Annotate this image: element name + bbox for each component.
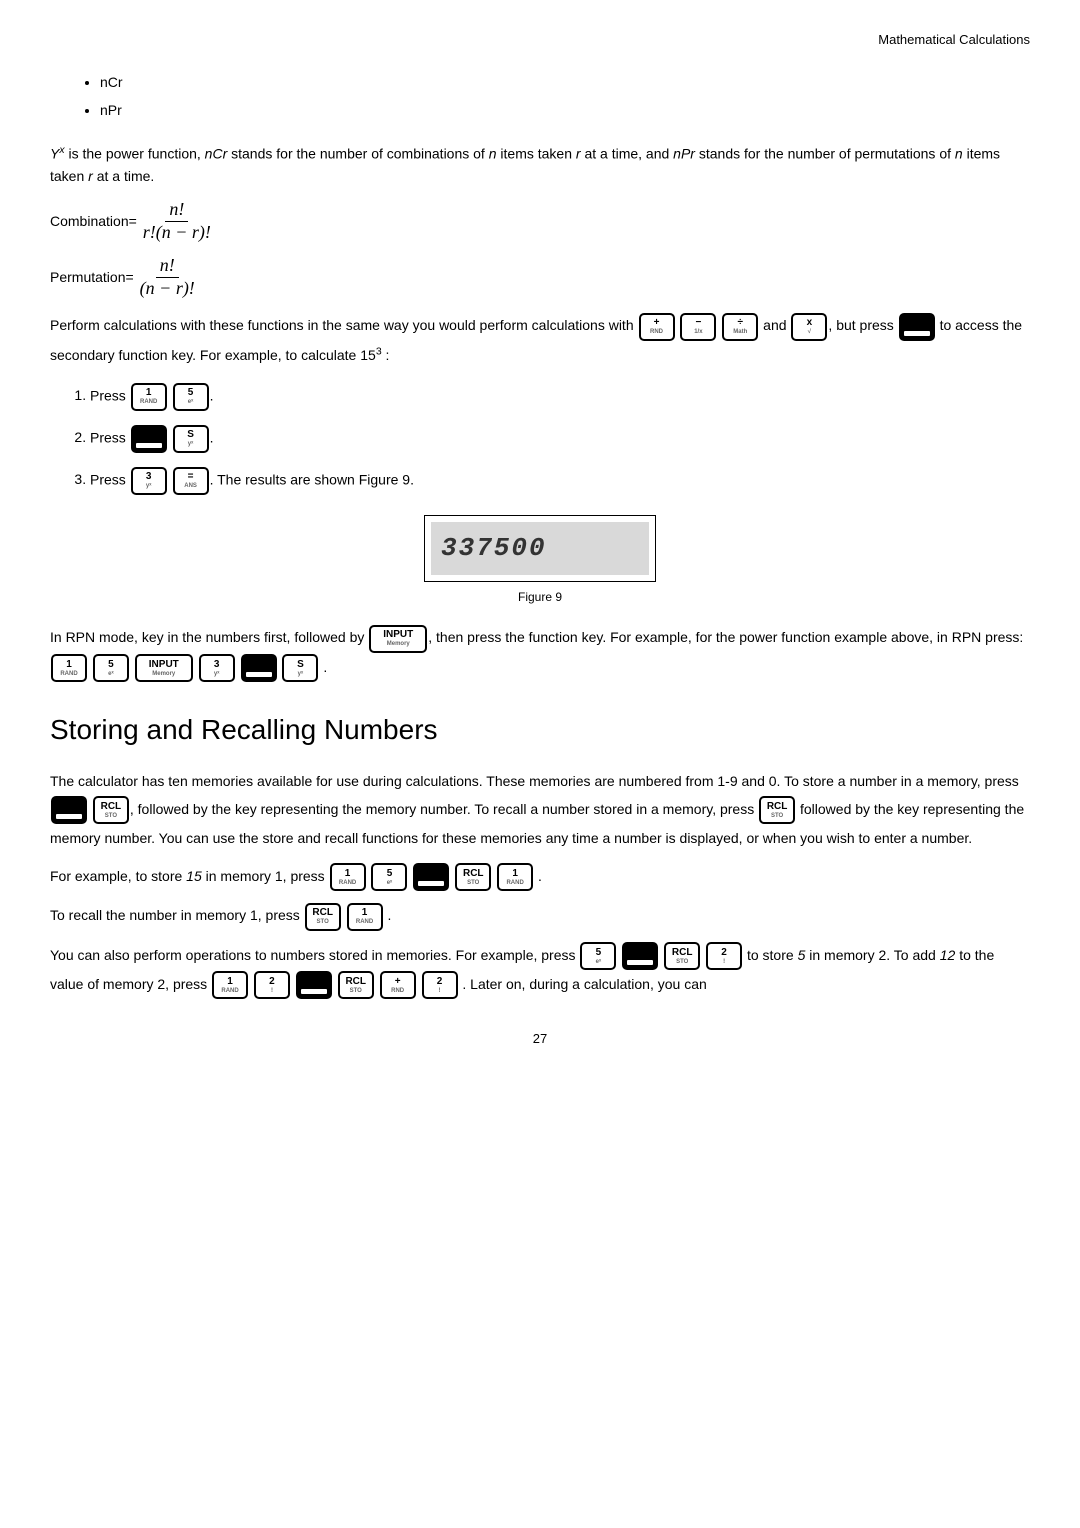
var-y: Y [50, 145, 59, 161]
shift-key [131, 425, 167, 453]
five-key: 5eˣ [173, 383, 209, 411]
shift-key [413, 863, 449, 891]
three-key: 3yˣ [131, 467, 167, 495]
memory-paragraph-4: You can also perform operations to numbe… [50, 941, 1030, 1000]
two-key: 2! [706, 942, 742, 970]
one-key: 1RAND [347, 903, 383, 931]
section-heading: Storing and Recalling Numbers [50, 708, 1030, 753]
one-key: 1RAND [51, 654, 87, 682]
memory-paragraph-3: To recall the number in memory 1, press … [50, 901, 1030, 930]
shift-key [622, 942, 658, 970]
step-3: Press 3yˣ =ANS. The results are shown Fi… [90, 467, 1030, 495]
s-key: Syˣ [173, 425, 209, 453]
rcl-sto-key: RCLSTO [664, 942, 700, 970]
input-key: INPUTMemory [369, 625, 427, 653]
multiply-key: x√ [791, 313, 827, 341]
shift-key [241, 654, 277, 682]
one-key: 1RAND [330, 863, 366, 891]
five-key: 5eˣ [580, 942, 616, 970]
rcl-sto-key: RCLSTO [338, 971, 374, 999]
shift-key [51, 796, 87, 824]
rcl-sto-key: RCLSTO [759, 796, 795, 824]
two-key: 2! [254, 971, 290, 999]
one-key: 1RAND [212, 971, 248, 999]
step-1: Press 1RAND 5eˣ. [90, 383, 1030, 411]
two-key: 2! [422, 971, 458, 999]
calculator-display: 337500 [424, 515, 656, 583]
rcl-sto-key: RCLSTO [455, 863, 491, 891]
memory-paragraph-2: For example, to store 15 in memory 1, pr… [50, 862, 1030, 891]
step-2: Press Syˣ. [90, 425, 1030, 453]
shift-key [899, 313, 935, 341]
rcl-sto-key: RCLSTO [305, 903, 341, 931]
input-key: INPUTMemory [135, 654, 193, 682]
steps-list: Press 1RAND 5eˣ. Press Syˣ. Press 3yˣ =A… [90, 383, 1030, 495]
page-header: Mathematical Calculations [50, 30, 1030, 51]
five-key: 5eˣ [371, 863, 407, 891]
figure-caption: Figure 9 [50, 588, 1030, 607]
memory-paragraph-1: The calculator has ten memories availabl… [50, 767, 1030, 852]
minus-key: −1/x [680, 313, 716, 341]
display-value: 337500 [431, 522, 649, 576]
five-key: 5eˣ [93, 654, 129, 682]
three-key: 3yˣ [199, 654, 235, 682]
shift-key [296, 971, 332, 999]
plus-key: +RND [380, 971, 416, 999]
feature-list: nCr nPr [80, 71, 1030, 122]
permutation-formula: Permutation= n! (n − r)! [50, 255, 1030, 299]
one-key: 1RAND [131, 383, 167, 411]
s-key: Syˣ [282, 654, 318, 682]
combination-formula: Combination= n! r!(n − r)! [50, 199, 1030, 243]
rpn-paragraph: In RPN mode, key in the numbers first, f… [50, 623, 1030, 682]
list-item: nCr [100, 71, 1030, 93]
intro-paragraph: Yx is the power function, nCr stands for… [50, 142, 1030, 187]
divide-key: ÷Math [722, 313, 758, 341]
plus-key: +RND [639, 313, 675, 341]
equals-key: =ANS [173, 467, 209, 495]
page-number: 27 [50, 1029, 1030, 1050]
rcl-sto-key: RCLSTO [93, 796, 129, 824]
one-key: 1RAND [497, 863, 533, 891]
perform-paragraph: Perform calculations with these function… [50, 311, 1030, 368]
list-item: nPr [100, 99, 1030, 121]
